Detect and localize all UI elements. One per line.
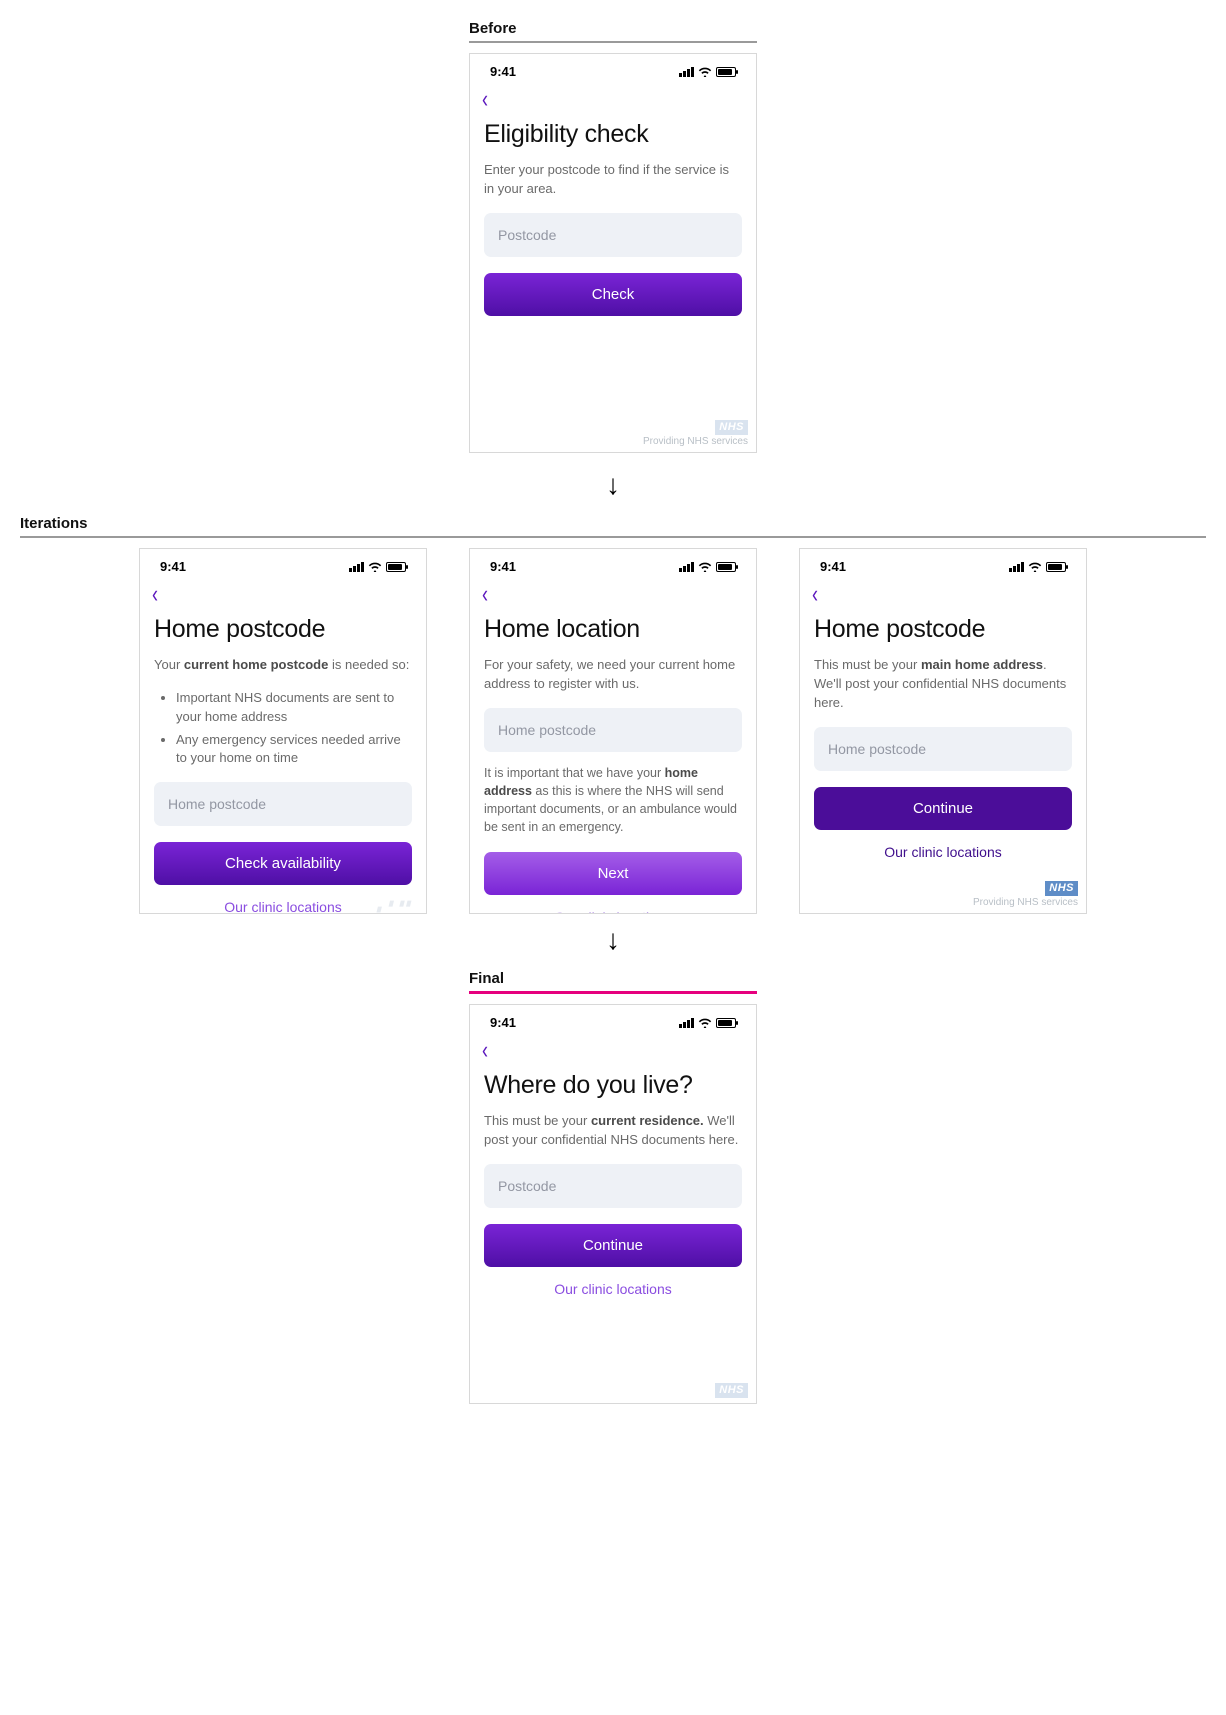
page-description: Enter your postcode to find if the servi… [484,161,742,199]
wifi-icon [698,66,712,77]
next-button[interactable]: Next [484,852,742,895]
arrow-down-icon: ↓ [10,459,1216,515]
nhs-logo: NHS [1045,881,1078,896]
wifi-icon [698,561,712,572]
battery-icon [1046,562,1066,572]
back-button[interactable]: ‹ [482,1036,488,1065]
screen-iteration-a: 9:41 ‹ Home postcode Your current home p… [139,548,427,914]
page-description: This must be your current residence. We'… [484,1112,742,1150]
status-icons [679,561,736,572]
status-bar: 9:41 [470,54,756,83]
section-label-final: Final [469,970,757,987]
screen-iteration-c: 9:41 ‹ Home postcode This must be your m… [799,548,1087,914]
page-title: Home postcode [154,615,412,644]
status-icons [679,66,736,77]
page-description: This must be your main home address. We'… [814,656,1072,713]
reasons-list: Important NHS documents are sent to your… [154,689,412,768]
postcode-input[interactable] [484,708,742,752]
wifi-icon [368,561,382,572]
divider-accent [469,991,757,994]
status-bar: 9:41 [470,1005,756,1034]
nhs-logo: NHS [715,1383,748,1398]
helper-text: It is important that we have your home a… [484,764,742,837]
back-button[interactable]: ‹ [152,580,158,609]
continue-button[interactable]: Continue [484,1224,742,1267]
page-title: Home location [484,615,742,644]
battery-icon [386,562,406,572]
clinic-locations-link[interactable]: Our clinic locations [554,1281,672,1297]
status-bar: 9:41 [140,549,426,578]
nhs-footer: NHS [715,1383,748,1399]
status-time: 9:41 [490,64,516,79]
status-icons [1009,561,1066,572]
status-time: 9:41 [490,1015,516,1030]
page-title: Where do you live? [484,1071,742,1100]
list-item: Any emergency services needed arrive to … [176,731,412,769]
nhs-footer: NHS Providing NHS services [643,420,748,448]
wifi-icon [1028,561,1042,572]
postcode-input[interactable] [484,213,742,257]
page-lead: Your current home postcode is needed so: [154,656,412,675]
signal-icon [349,562,364,572]
clinic-locations-link[interactable]: Our clinic locations [224,899,342,914]
screen-before: 9:41 ‹ Eligibility check Enter your post… [469,53,757,453]
clinic-locations-link[interactable]: Our clinic locations [884,844,1002,860]
status-bar: 9:41 [470,549,756,578]
nhs-logo: NHS [715,420,748,435]
screen-iteration-b: 9:41 ‹ Home location For your safety, we… [469,548,757,914]
divider [20,536,1206,538]
status-time: 9:41 [160,559,186,574]
check-button[interactable]: Check [484,273,742,316]
status-time: 9:41 [820,559,846,574]
postcode-input[interactable] [154,782,412,826]
status-icons [349,561,406,572]
nhs-logo-partial: ▗▝▝▘ [373,902,416,913]
screen-final: 9:41 ‹ Where do you live? This must be y… [469,1004,757,1404]
page-title: Eligibility check [484,120,742,149]
divider [469,41,757,43]
battery-icon [716,562,736,572]
signal-icon [679,562,694,572]
page-description: For your safety, we need your current ho… [484,656,742,694]
arrow-down-icon: ↓ [10,914,1216,970]
back-button[interactable]: ‹ [482,580,488,609]
page-title: Home postcode [814,615,1072,644]
list-item: Important NHS documents are sent to your… [176,689,412,727]
nhs-tagline: Providing NHS services [973,897,1078,909]
wifi-icon [698,1017,712,1028]
status-bar: 9:41 [800,549,1086,578]
battery-icon [716,67,736,77]
postcode-input[interactable] [814,727,1072,771]
back-button[interactable]: ‹ [482,85,488,114]
nhs-footer: NHS Providing NHS services [973,881,1078,909]
nhs-tagline: Providing NHS services [643,436,748,448]
section-label-iterations: Iterations [20,515,1216,532]
check-availability-button[interactable]: Check availability [154,842,412,885]
continue-button[interactable]: Continue [814,787,1072,830]
status-time: 9:41 [490,559,516,574]
section-label-before: Before [469,20,757,37]
signal-icon [1009,562,1024,572]
postcode-input[interactable] [484,1164,742,1208]
battery-icon [716,1018,736,1028]
status-icons [679,1017,736,1028]
back-button[interactable]: ‹ [812,580,818,609]
clinic-locations-link[interactable]: Our clinic locations [554,909,672,914]
signal-icon [679,67,694,77]
signal-icon [679,1018,694,1028]
